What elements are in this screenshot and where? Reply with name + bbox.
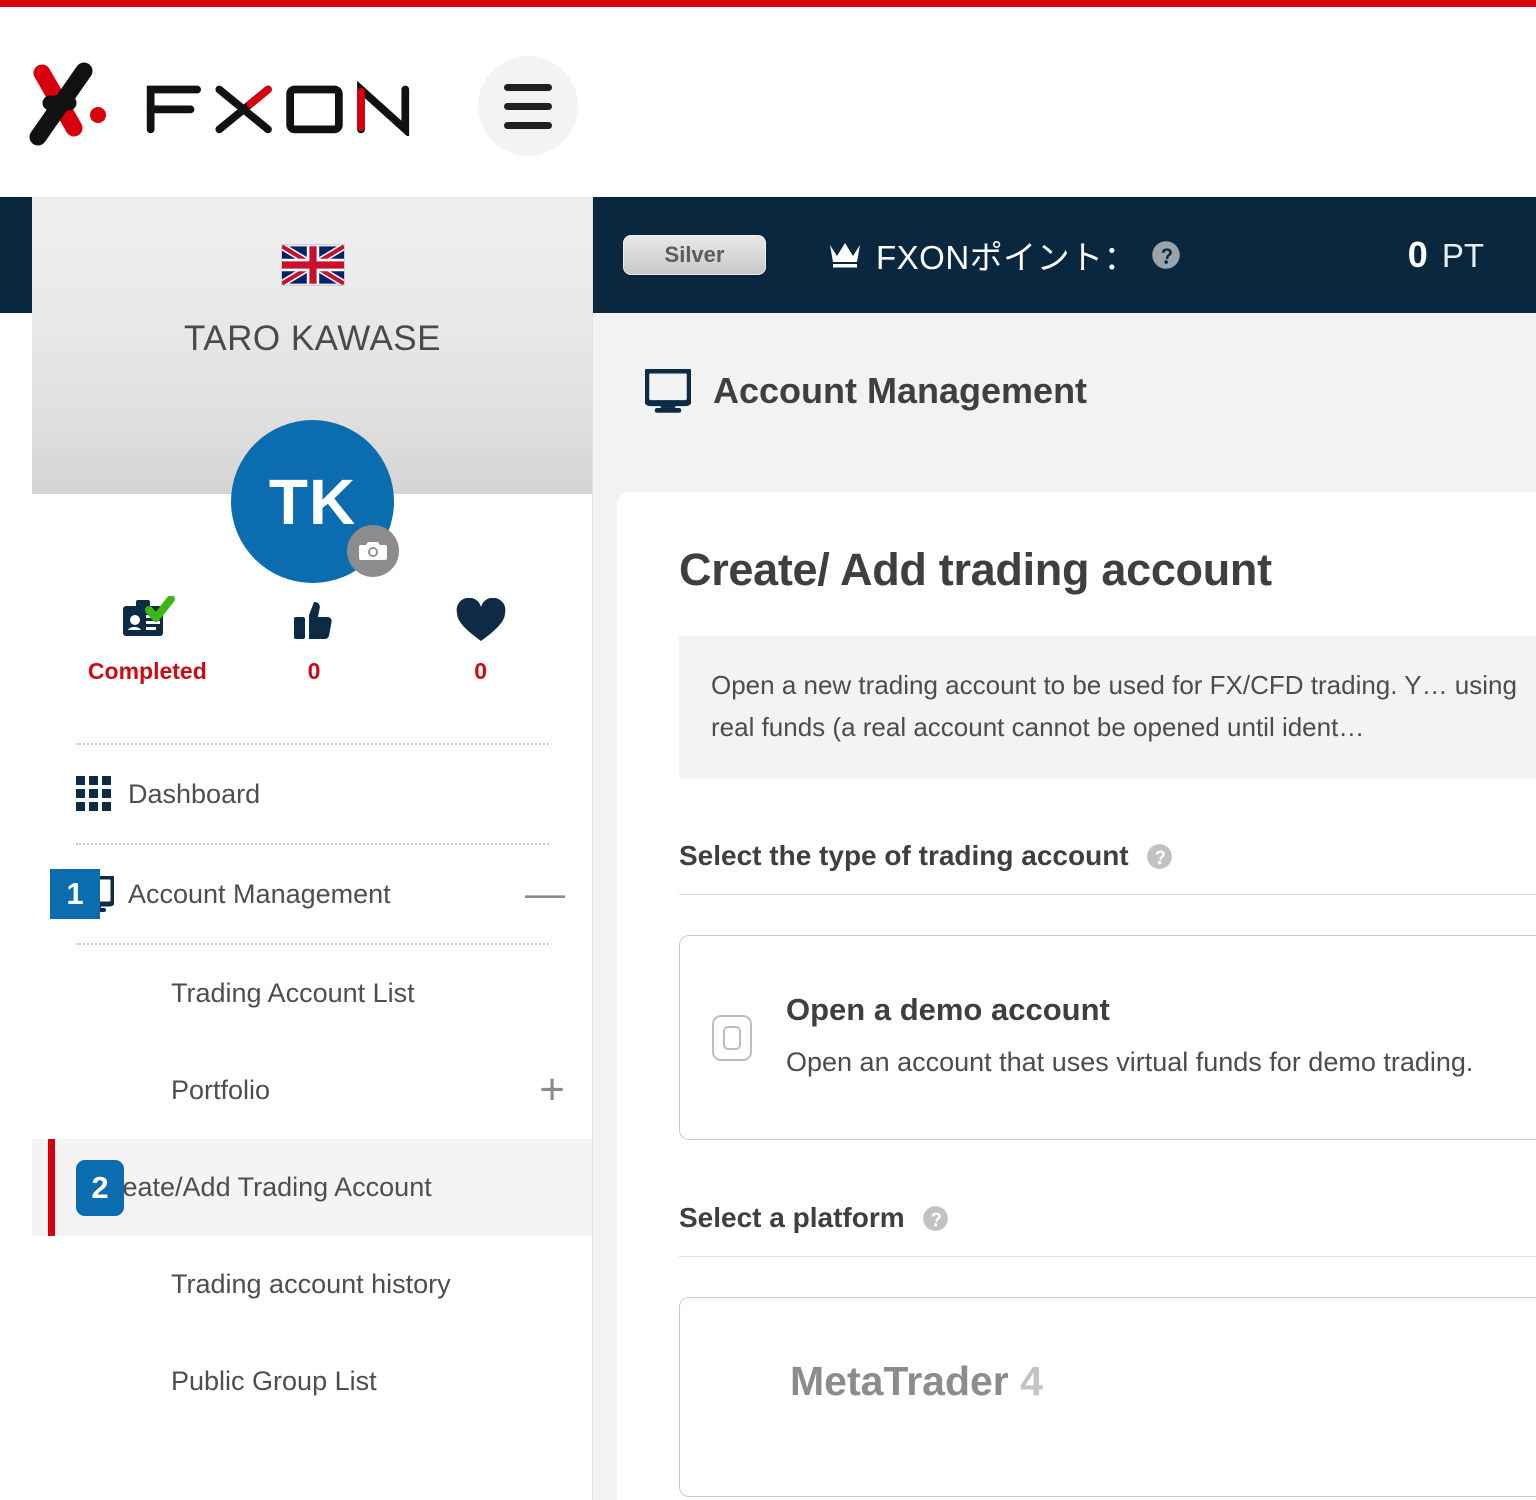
section-title: Select a platform: [679, 1202, 905, 1234]
card-heading: Create/ Add trading account: [679, 544, 1272, 595]
sidebar-item-label: Trading account history: [171, 1269, 451, 1299]
grid-icon: [76, 776, 128, 812]
option-body: Open a demo account Open an account that…: [786, 966, 1503, 1110]
sidebar-nav: Dashboard 1 Account Management — Trading…: [32, 743, 592, 1430]
stat-label: 0: [307, 658, 321, 684]
crown-icon: [830, 243, 860, 268]
page-title: Account Management: [713, 370, 1088, 411]
main-content: Silver FXONポイント： 0 PT Account Management…: [593, 197, 1536, 1500]
section-rule: [679, 894, 1536, 896]
page-header: Account Management: [593, 313, 1536, 413]
thumbs-up-icon: [231, 592, 398, 644]
sidebar-item-label: Create/Add Trading Account: [94, 1172, 432, 1202]
sidebar-item-label: Dashboard: [128, 778, 261, 809]
fxon-logo[interactable]: [22, 59, 421, 151]
sidebar-item-portfolio[interactable]: Portfolio +: [32, 1042, 592, 1139]
toggle-inner: [723, 1025, 741, 1050]
fxon-wordmark: [146, 80, 410, 136]
expand-toggle-icon[interactable]: +: [539, 1068, 565, 1112]
platform-option-metatrader4[interactable]: MetaTrader 4: [679, 1297, 1536, 1498]
sidebar: TARO KAWASE TK Completed 0 0 Dashboard 1…: [32, 197, 593, 1500]
option-title: Open a demo account: [786, 991, 1110, 1027]
brand-header: [0, 7, 1536, 197]
hamburger-bar: [504, 102, 552, 110]
section-title: Select the type of trading account: [679, 840, 1129, 872]
points-unit: PT: [1441, 237, 1484, 274]
points-value-group: 0 PT: [1408, 234, 1484, 276]
platform-version: 4: [1020, 1358, 1043, 1405]
hamburger-menu-button[interactable]: [478, 56, 578, 156]
unchecked-toggle-icon[interactable]: [712, 1014, 752, 1061]
camera-glyph: [359, 542, 387, 560]
platform-name-row: MetaTrader 4: [790, 1358, 1536, 1405]
id-card-verified-icon: [64, 592, 231, 644]
uk-flag-icon[interactable]: [281, 245, 344, 285]
section-header-platform: Select a platform: [679, 1202, 1536, 1234]
notice-box: Open a new trading account to be used fo…: [679, 636, 1536, 779]
points-topbar: Silver FXONポイント： 0 PT: [593, 197, 1536, 313]
help-circle-icon[interactable]: [922, 1205, 949, 1232]
sidebar-step-badge-2: 2: [76, 1159, 124, 1216]
content-card: Create/ Add trading account Open a new t…: [617, 492, 1536, 1500]
sidebar-item-account-management[interactable]: 1 Account Management —: [32, 845, 592, 943]
stat-favorites[interactable]: 0: [397, 592, 564, 685]
hamburger-bar: [504, 83, 552, 91]
avatar-wrapper[interactable]: TK: [231, 420, 399, 583]
stat-label: Completed: [87, 658, 207, 684]
points-label: FXONポイント：: [876, 239, 1138, 276]
section-header-account-type: Select the type of trading account: [679, 840, 1536, 872]
sidebar-item-public-group-list[interactable]: Public Group List: [32, 1333, 592, 1430]
option-description: Open an account that uses virtual funds …: [786, 1046, 1474, 1077]
section-rule: [679, 1256, 1536, 1258]
sidebar-item-create-add-trading-account[interactable]: 2 Create/Add Trading Account: [32, 1139, 592, 1236]
collapse-toggle-icon[interactable]: —: [525, 874, 565, 914]
heart-icon: [397, 592, 564, 644]
stat-identity-verification[interactable]: Completed: [64, 592, 231, 685]
fxon-mark-icon: [29, 62, 106, 146]
sidebar-item-label: Portfolio: [171, 1075, 271, 1105]
left-rail-lower: [0, 313, 32, 1500]
sidebar-item-trading-account-list[interactable]: Trading Account List: [32, 945, 592, 1042]
camera-icon[interactable]: [347, 525, 399, 577]
active-indicator: [48, 1139, 55, 1236]
monitor-icon: [645, 369, 691, 413]
points-value: 0: [1407, 234, 1428, 275]
profile-stats: Completed 0 0: [64, 592, 564, 685]
hamburger-bar: [504, 121, 552, 129]
sidebar-item-trading-account-history[interactable]: Trading account history: [32, 1236, 592, 1333]
sidebar-item-dashboard[interactable]: Dashboard: [32, 745, 592, 843]
platform-name: MetaTrader: [790, 1358, 1009, 1405]
help-circle-icon[interactable]: [1151, 240, 1181, 270]
help-circle-icon[interactable]: [1146, 843, 1173, 870]
page-root: TARO KAWASE TK Completed 0 0 Dashboard 1…: [0, 0, 1536, 1500]
sidebar-item-label: Trading Account List: [171, 978, 415, 1008]
top-accent-rule: [0, 0, 1536, 7]
stat-label: 0: [474, 658, 488, 684]
stat-likes[interactable]: 0: [231, 592, 398, 685]
sidebar-step-badge-1: 1: [50, 869, 100, 919]
profile-user-name: TARO KAWASE: [183, 319, 441, 358]
points-group: FXONポイント：: [828, 231, 1181, 279]
account-type-option-demo[interactable]: Open a demo account Open an account that…: [679, 935, 1536, 1141]
sidebar-item-label: Account Management: [128, 878, 391, 909]
sidebar-item-label: Public Group List: [171, 1366, 377, 1396]
tier-badge[interactable]: Silver: [623, 235, 766, 275]
